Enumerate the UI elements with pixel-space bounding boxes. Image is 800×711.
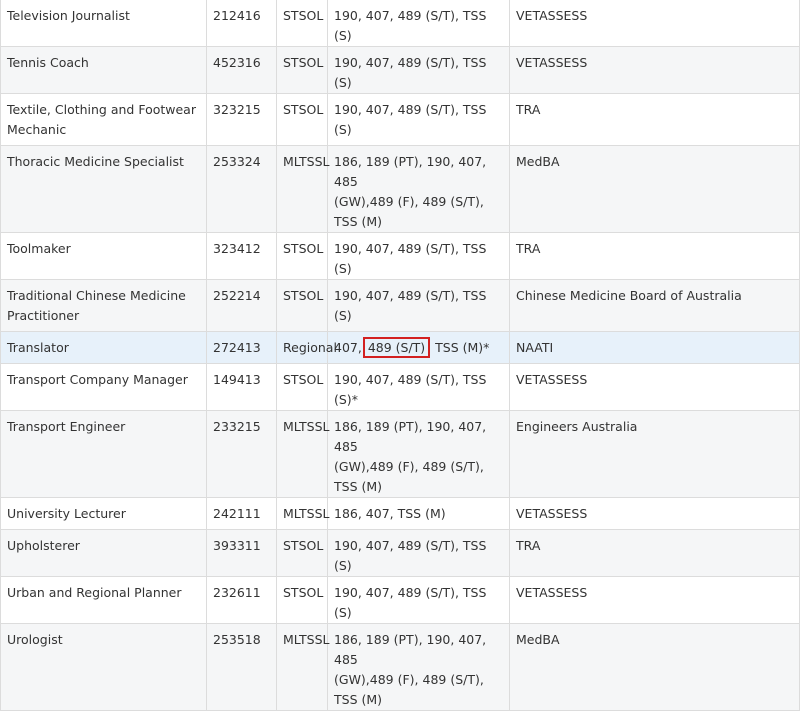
code-cell: 393311 <box>206 529 277 577</box>
authority-cell: VETASSESS <box>509 46 800 94</box>
list-cell: STSOL <box>276 363 328 411</box>
table-row: Urban and Regional Planner 232611 STSOL … <box>0 576 800 624</box>
code-cell: 212416 <box>206 0 277 47</box>
list-cell: STSOL <box>276 529 328 577</box>
occupation-cell: Urban and Regional Planner <box>0 576 207 624</box>
occupation-cell: Transport Engineer <box>0 410 207 498</box>
authority-cell: VETASSESS <box>509 363 800 411</box>
visa-text: , TSS (M)* <box>427 340 490 355</box>
list-cell: STSOL <box>276 46 328 94</box>
list-cell: STSOL <box>276 93 328 146</box>
authority-cell: Chinese Medicine Board of Australia <box>509 279 800 332</box>
occupation-table-wrapper: Television Journalist 212416 STSOL 190, … <box>0 0 800 711</box>
authority-cell: VETASSESS <box>509 0 800 47</box>
authority-cell: TRA <box>509 232 800 280</box>
visa-cell: 186, 189 (PT), 190, 407, 485 (GW),489 (F… <box>327 410 510 498</box>
visa-text: 407, <box>334 340 366 355</box>
code-cell: 252214 <box>206 279 277 332</box>
visa-cell: 190, 407, 489 (S/T), TSS (S) <box>327 576 510 624</box>
occupation-table: Television Journalist 212416 STSOL 190, … <box>0 0 800 711</box>
code-cell: 272413 <box>206 331 277 364</box>
authority-cell: VETASSESS <box>509 576 800 624</box>
code-cell: 233215 <box>206 410 277 498</box>
table-row: Upholsterer 393311 STSOL 190, 407, 489 (… <box>0 529 800 577</box>
authority-cell: TRA <box>509 529 800 577</box>
authority-cell: TRA <box>509 93 800 146</box>
list-cell: MLTSSL <box>276 145 330 233</box>
code-cell: 149413 <box>206 363 277 411</box>
table-row: Textile, Clothing and Footwear Mechanic … <box>0 93 800 146</box>
list-cell: MLTSSL <box>276 623 330 711</box>
table-row: Urologist 253518 MLTSSL 186, 189 (PT), 1… <box>0 623 800 711</box>
code-cell: 232611 <box>206 576 277 624</box>
visa-cell: 190, 407, 489 (S/T), TSS (S) <box>327 232 510 280</box>
visa-cell: 190, 407, 489 (S/T), TSS (S) <box>327 46 510 94</box>
visa-cell: 190, 407, 489 (S/T), TSS (S) <box>327 93 510 146</box>
authority-cell: NAATI <box>509 331 800 364</box>
visa-cell: 190, 407, 489 (S/T), TSS (S) <box>327 529 510 577</box>
list-cell: STSOL <box>276 576 328 624</box>
table-row-highlighted: Translator 272413 Regional 407, 489 (S/T… <box>0 331 800 364</box>
visa-cell: 186, 189 (PT), 190, 407, 485 (GW),489 (F… <box>327 145 510 233</box>
authority-cell: MedBA <box>509 145 800 233</box>
list-cell: MLTSSL <box>276 410 330 498</box>
authority-cell: MedBA <box>509 623 800 711</box>
code-cell: 253518 <box>206 623 277 711</box>
code-cell: 452316 <box>206 46 277 94</box>
table-row: Toolmaker 323412 STSOL 190, 407, 489 (S/… <box>0 232 800 280</box>
table-row: Television Journalist 212416 STSOL 190, … <box>0 0 800 47</box>
visa-cell: 190, 407, 489 (S/T), TSS (S) <box>327 279 510 332</box>
code-cell: 253324 <box>206 145 277 233</box>
code-cell: 242111 <box>206 497 277 530</box>
occupation-cell: Upholsterer <box>0 529 207 577</box>
list-cell: STSOL <box>276 0 328 47</box>
highlight-box: 489 (S/T) <box>362 337 431 358</box>
occupation-table-body: Television Journalist 212416 STSOL 190, … <box>0 0 800 711</box>
list-cell: STSOL <box>276 279 328 332</box>
occupation-cell: Thoracic Medicine Specialist <box>0 145 207 233</box>
visa-cell: 186, 407, TSS (M) <box>327 497 510 530</box>
list-cell: MLTSSL <box>276 497 330 530</box>
occupation-cell: Toolmaker <box>0 232 207 280</box>
visa-cell: 186, 189 (PT), 190, 407, 485 (GW),489 (F… <box>327 623 510 711</box>
code-cell: 323215 <box>206 93 277 146</box>
table-row: Traditional Chinese Medicine Practitione… <box>0 279 800 332</box>
list-cell: STSOL <box>276 232 328 280</box>
occupation-cell: Urologist <box>0 623 207 711</box>
code-cell: 323412 <box>206 232 277 280</box>
table-row: University Lecturer 242111 MLTSSL 186, 4… <box>0 497 800 530</box>
table-row: Tennis Coach 452316 STSOL 190, 407, 489 … <box>0 46 800 94</box>
occupation-cell: University Lecturer <box>0 497 207 530</box>
occupation-cell: Traditional Chinese Medicine Practitione… <box>0 279 207 332</box>
occupation-cell: Translator <box>0 331 207 364</box>
authority-cell: VETASSESS <box>509 497 800 530</box>
occupation-cell: Television Journalist <box>0 0 207 47</box>
table-row: Transport Company Manager 149413 STSOL 1… <box>0 363 800 411</box>
visa-cell: 407, 489 (S/T), TSS (M)* <box>327 331 510 364</box>
authority-cell: Engineers Australia <box>509 410 800 498</box>
table-row: Transport Engineer 233215 MLTSSL 186, 18… <box>0 410 800 498</box>
occupation-cell: Transport Company Manager <box>0 363 207 411</box>
list-cell: Regional <box>276 331 337 364</box>
occupation-cell: Tennis Coach <box>0 46 207 94</box>
occupation-cell: Textile, Clothing and Footwear Mechanic <box>0 93 207 146</box>
visa-cell: 190, 407, 489 (S/T), TSS (S) <box>327 0 510 47</box>
visa-cell: 190, 407, 489 (S/T), TSS (S)* <box>327 363 510 411</box>
table-row: Thoracic Medicine Specialist 253324 MLTS… <box>0 145 800 233</box>
